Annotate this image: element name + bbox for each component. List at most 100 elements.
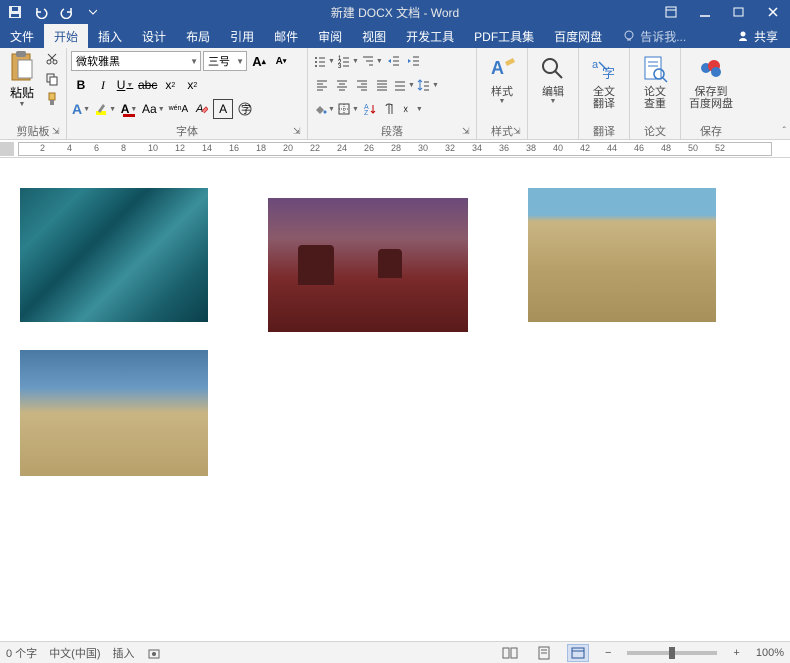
qat-customize-button[interactable] <box>82 1 104 23</box>
format-painter-button[interactable] <box>42 90 62 108</box>
save-baidu-button[interactable]: 保存到 百度网盘 <box>685 50 737 110</box>
tab-layout[interactable]: 布局 <box>176 24 220 48</box>
close-button[interactable] <box>756 0 790 24</box>
character-border-button[interactable]: A <box>213 99 233 119</box>
tab-file[interactable]: 文件 <box>0 24 44 48</box>
chevron-down-icon[interactable]: ▼ <box>190 57 198 66</box>
copy-button[interactable] <box>42 70 62 88</box>
zoom-level[interactable]: 100% <box>756 647 784 659</box>
styles-dialog-launcher[interactable]: ⇲ <box>513 126 525 138</box>
tab-developer[interactable]: 开发工具 <box>396 24 464 48</box>
language-indicator[interactable]: 中文(中国) <box>49 645 100 661</box>
tell-me-box[interactable]: 告诉我... <box>622 24 686 48</box>
phonetic-guide-button[interactable]: wénA <box>168 99 190 119</box>
zoom-out-button[interactable]: − <box>601 647 615 659</box>
justify-button[interactable] <box>372 75 392 95</box>
strikethrough-button[interactable]: abc <box>137 75 158 95</box>
redo-qat-button[interactable] <box>56 1 78 23</box>
svg-text:☓: ☓ <box>403 105 408 116</box>
paragraph-dialog-launcher[interactable]: ⇲ <box>462 126 474 138</box>
increase-indent-button[interactable] <box>404 51 424 71</box>
tab-review[interactable]: 审阅 <box>308 24 352 48</box>
shrink-font-button[interactable]: A▾ <box>271 51 291 71</box>
subscript-button[interactable]: x2 <box>160 75 180 95</box>
tab-design[interactable]: 设计 <box>132 24 176 48</box>
image-mining-machine[interactable] <box>20 350 208 476</box>
clipboard-dialog-launcher[interactable]: ⇲ <box>52 126 64 138</box>
ruler-tick: 42 <box>580 143 590 153</box>
document-area[interactable] <box>0 158 790 641</box>
macro-indicator[interactable] <box>147 646 161 660</box>
font-color-button[interactable]: A▼ <box>119 99 139 119</box>
web-layout-button[interactable] <box>567 644 589 662</box>
superscript-button[interactable]: x2 <box>182 75 202 95</box>
tell-me-label: 告诉我... <box>640 28 686 45</box>
multilevel-list-button[interactable]: ▼ <box>360 51 384 71</box>
numbering-button[interactable]: 123▼ <box>336 51 360 71</box>
collapse-ribbon-button[interactable]: ˆ <box>783 126 786 137</box>
tab-references[interactable]: 引用 <box>220 24 264 48</box>
bullets-button[interactable]: ▼ <box>312 51 336 71</box>
print-layout-button[interactable] <box>533 644 555 662</box>
group-translate: a字 全文 翻译 翻译 <box>579 48 630 139</box>
save-qat-button[interactable] <box>4 1 26 23</box>
full-translate-button[interactable]: a字 全文 翻译 <box>583 50 625 110</box>
ruler-tick: 16 <box>229 143 239 153</box>
tab-view[interactable]: 视图 <box>352 24 396 48</box>
asian-layout-button[interactable]: ☓▼ <box>400 99 424 119</box>
enclose-characters-button[interactable]: 字 <box>235 99 255 119</box>
styles-button[interactable]: A 样式 ▼ <box>481 50 523 105</box>
share-button[interactable]: 共享 <box>724 24 790 48</box>
asian-layout-icon: ☓ <box>401 102 415 116</box>
zoom-in-button[interactable]: + <box>729 647 743 659</box>
image-desert-monuments[interactable] <box>268 198 468 332</box>
highlight-button[interactable]: ▼ <box>93 99 117 119</box>
cut-button[interactable] <box>42 50 62 68</box>
zoom-slider-thumb[interactable] <box>669 647 675 659</box>
chevron-down-icon[interactable]: ▼ <box>236 57 244 66</box>
undo-qat-button[interactable] <box>30 1 52 23</box>
tab-pdftools[interactable]: PDF工具集 <box>464 24 544 48</box>
underline-button[interactable]: U▼ <box>115 75 135 95</box>
insert-mode[interactable]: 插入 <box>113 645 135 661</box>
align-right-button[interactable] <box>352 75 372 95</box>
tab-insert[interactable]: 插入 <box>88 24 132 48</box>
shading-button[interactable]: ▼ <box>312 99 336 119</box>
grow-font-button[interactable]: A▴ <box>249 51 269 71</box>
change-case-button[interactable]: Aa▼ <box>141 99 166 119</box>
image-quarry-bulldozer[interactable] <box>528 188 716 322</box>
paste-button[interactable]: 粘贴 ▼ <box>4 50 40 108</box>
highlighter-icon <box>94 102 108 116</box>
editing-button[interactable]: 编辑 ▼ <box>532 50 574 105</box>
decrease-indent-button[interactable] <box>384 51 404 71</box>
font-dialog-launcher[interactable]: ⇲ <box>293 126 305 138</box>
sort-button[interactable]: AZ <box>360 99 380 119</box>
zoom-slider[interactable] <box>627 651 717 655</box>
align-center-button[interactable] <box>332 75 352 95</box>
tab-home[interactable]: 开始 <box>44 24 88 48</box>
ruler-tick: 34 <box>472 143 482 153</box>
styles-icon: A <box>487 54 517 84</box>
ribbon-display-button[interactable] <box>654 0 688 24</box>
tab-baidudisk[interactable]: 百度网盘 <box>544 24 612 48</box>
read-mode-button[interactable] <box>499 644 521 662</box>
tab-mailings[interactable]: 邮件 <box>264 24 308 48</box>
borders-button[interactable]: ▼ <box>336 99 360 119</box>
word-count[interactable]: 0 个字 <box>6 645 37 661</box>
image-ocean-waves[interactable] <box>20 188 208 322</box>
align-left-button[interactable] <box>312 75 332 95</box>
line-spacing-button[interactable]: ▼ <box>416 75 440 95</box>
horizontal-ruler[interactable]: 2468101214161820222426283032343638404244… <box>0 140 790 158</box>
minimize-button[interactable] <box>688 0 722 24</box>
maximize-button[interactable] <box>722 0 756 24</box>
font-name-combo[interactable]: 微软雅黑▼ <box>71 51 201 71</box>
font-size-combo[interactable]: 三号▼ <box>203 51 247 71</box>
tab-selector[interactable] <box>0 142 14 156</box>
bold-button[interactable]: B <box>71 75 91 95</box>
thesis-check-button[interactable]: 论文 查重 <box>634 50 676 110</box>
show-marks-button[interactable] <box>380 99 400 119</box>
italic-button[interactable]: I <box>93 75 113 95</box>
distributed-button[interactable]: ▼ <box>392 75 416 95</box>
text-effects-button[interactable]: A▼ <box>71 99 91 119</box>
clear-formatting-button[interactable]: A <box>191 99 211 119</box>
